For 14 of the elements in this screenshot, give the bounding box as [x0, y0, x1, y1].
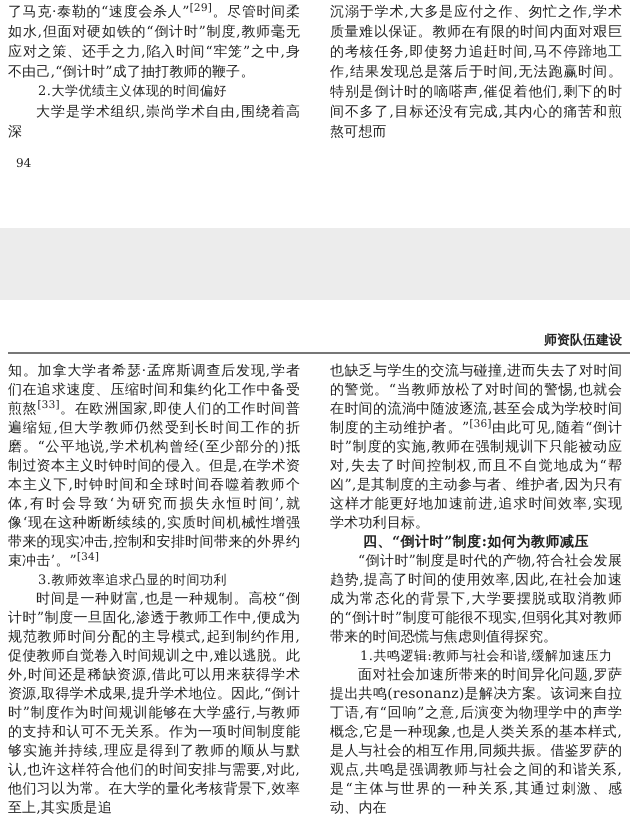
- body-paragraph: 也缺乏与学生的交流与碰撞,进而失去了对时间的警觉。“当教师放松了对时间的警惕,也就会在时间的流淌中随波逐流,甚至会成为学校时间制度的主动维护者。”$^{[36]}$由此可见,随着“倒计时”制度的实施,教师在强制规训下只能被动应对,失去了时间控制权,而且不自觉地成为“帮凶”,是其制度的主动参与者、维护者,因为只有这样才能更好地加速前进,追求时间效率,实现学术功利目标。: [330, 362, 622, 533]
- subheading: 1.共鸣逻辑:教师与社会和谐,缓解加速压力: [359, 648, 614, 666]
- section-title: 四、“倒计时”制度:如何为教师减压: [363, 533, 589, 552]
- body-paragraph: 知。加拿大学者希瑟·孟席斯调查后发现,学者们在追求速度、压缩时间和集约化工作中备受煎熬$^{[33]}$。在欧洲国家,即使人们的工作时间普遍缩短,但大学教师仍然受到长时间工作的折磨。“公平地说,学术机构曾经(至少部分的)抵制过资本主义时钟时间的侵入。但是,在学术资本主义下,时钟时间和全球时间吞噬着教师个体,有时会导致‘为研究而损失永恒时间’,就像‘现在这种断断续续的,实质时间机械性增强带来的现实冲击,控制和安排时间带来的外界约束冲击’。”$^{[34]}$: [8, 362, 300, 571]
- subheading: 2.大学优绩主义体现的时间偏好: [37, 83, 228, 101]
- body-paragraph: 面对社会加速所带来的时间异化问题,罗萨提出共鸣(resonanz)是解决方案。该词来自拉丁语,有“回响”之意,后演变为物理学中的声学概念,它是一种现象,也是人类关系的基本样式,是人与社会的相互作用,同频共振。借鉴罗萨的观点,共鸣是强调教师与社会之间的和谐关系,是“主体与世界的一种关系,其通过刺激、感动、内在: [330, 666, 622, 818]
- body-paragraph: 了马克·泰勒的“速度会杀人”$^{[29]}$。尽管时间柔如水,但面对硬如铁的“倒计时”制度,教师毫无应对之策、还手之力,陷入时间“牢笼”之中,身不由己,“倒计时”成了抽打教师的鞭子。: [8, 2, 300, 82]
- page-number: 94: [16, 155, 32, 172]
- body-paragraph: 大学是学术组织,崇尚学术自由,围绕着高深: [8, 103, 300, 142]
- subheading: 3.教师效率追求凸显的时间功利: [37, 572, 228, 590]
- running-header: 师资队伍建设: [544, 332, 622, 350]
- body-paragraph: 沉溺于学术,大多是应付之作、匆忙之作,学术质量难以保证。教师在有限的时间内面对艰巨的考核任务,即使努力追赶时间,马不停蹄地工作,结果发现总是落后于时间,无法跑赢时间。特别是倒计时的嘀嗒声,催促着他们,剩下的时间不多了,目标还没有完成,其内心的痛苦和煎熬可想而: [330, 3, 622, 142]
- body-paragraph: 时间是一种财富,也是一种规制。高校“倒计时”制度一旦固化,渗透于教师工作中,便成为规范教师时间分配的主导模式,起到制约作用,促使教师自觉卷入时间规训之中,难以逃脱。此外,时间还是稀缺资源,借此可以用来获得学术资源,取得学术成果,提升学术地位。因此,“倒计时”制度作为时间规训能够在大学盛行,与教师的支持和认可不无关系。作为一项时间制度能够实施并持续,理应是得到了教师的顺从与默认,也许这样符合他们的时间安排与需要,对此,他们习以为常。在大学的量化考核背景下,效率至上,其实质是追: [8, 590, 300, 818]
- body-paragraph: “倒计时”制度是时代的产物,符合社会发展趋势,提高了时间的使用效率,因此,在社会加速成为常态化的背景下,大学要摆脱或取消教师的“倒计时”制度可能很不现实,但弱化其对教师带来的时间恐慌与焦虑则值得探究。: [330, 552, 622, 647]
